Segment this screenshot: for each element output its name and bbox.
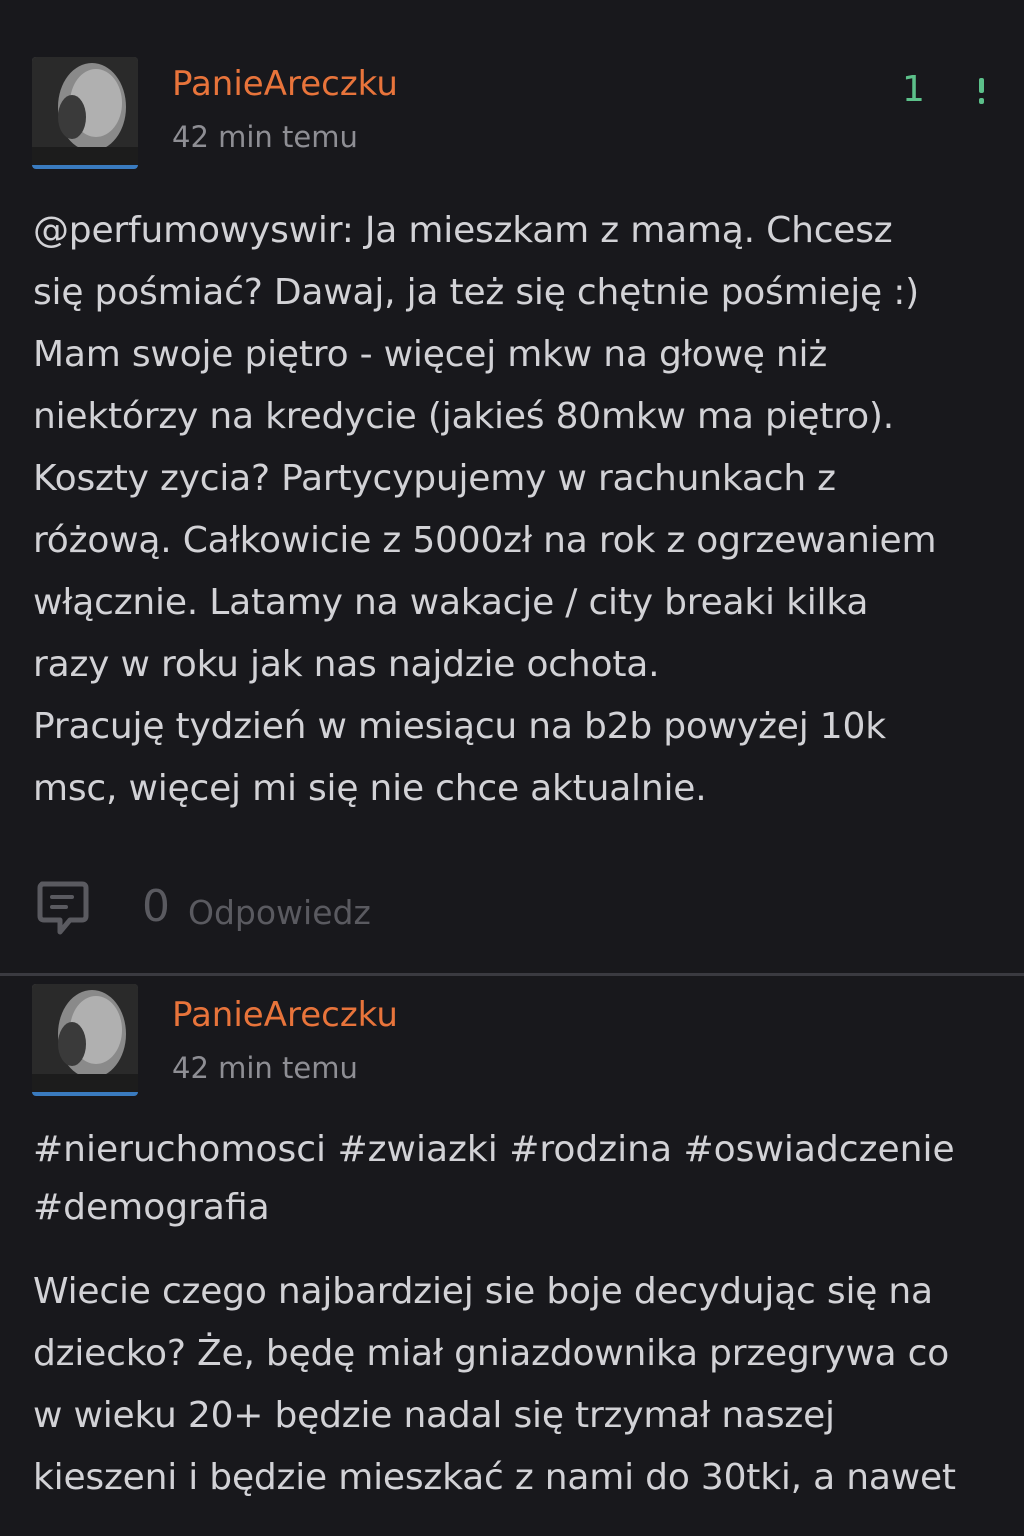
more-vertical-icon[interactable] (974, 76, 990, 106)
reply-button[interactable]: Odpowiedz (188, 893, 371, 933)
comment-icon[interactable] (36, 880, 90, 936)
avatar-photo (32, 57, 138, 165)
username[interactable]: PanieAreczku (172, 64, 398, 104)
timestamp: 42 min temu (172, 1051, 358, 1085)
avatar-photo (32, 984, 138, 1092)
entry-post: PanieAreczku 42 min temu #nieruchomosci … (0, 975, 1024, 1536)
avatar[interactable] (32, 57, 138, 169)
post-body: Wiecie czego najbardziej sie boje decydu… (33, 1271, 956, 1498)
timestamp: 42 min temu (172, 120, 358, 154)
avatar[interactable] (32, 984, 138, 1096)
entry-comment: PanieAreczku 42 min temu 1 @perfumowyswi… (0, 0, 1024, 976)
reply-count: 0 (142, 881, 170, 932)
comment-body: @perfumowyswir: Ja mieszkam z mamą. Chce… (33, 210, 937, 809)
post-tags[interactable]: #nieruchomosci #zwiazki #rodzina #oswiad… (33, 1121, 993, 1237)
username[interactable]: PanieAreczku (172, 995, 398, 1035)
vote-count[interactable]: 1 (902, 70, 925, 110)
